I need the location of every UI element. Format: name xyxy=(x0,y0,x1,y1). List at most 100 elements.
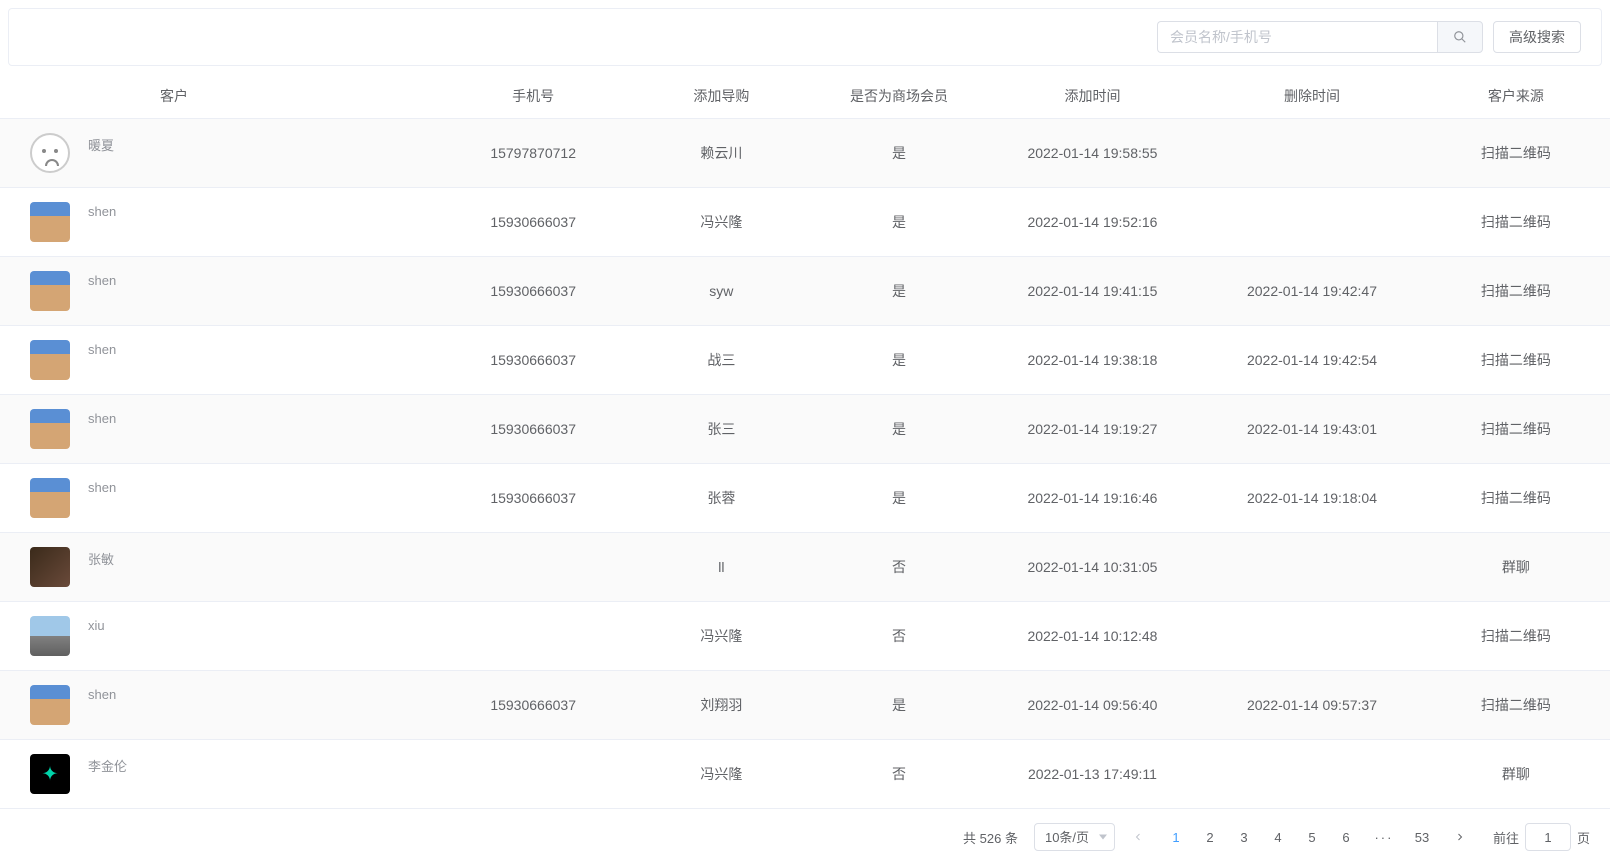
cell-guide: syw xyxy=(627,257,815,326)
cell-del-time: 2022-01-14 19:42:47 xyxy=(1202,257,1422,326)
page-number-button[interactable]: 3 xyxy=(1229,823,1259,851)
jump-suffix: 页 xyxy=(1577,828,1590,847)
cell-add-time: 2022-01-13 17:49:11 xyxy=(983,740,1203,809)
cell-source: 扫描二维码 xyxy=(1422,326,1610,395)
header-guide: 添加导购 xyxy=(627,74,815,119)
cell-guide: 刘翔羽 xyxy=(627,671,815,740)
customer-cell: shen xyxy=(0,478,439,518)
cell-member: 是 xyxy=(815,464,982,533)
customer-name: 暖夏 xyxy=(88,133,114,154)
cell-add-time: 2022-01-14 19:16:46 xyxy=(983,464,1203,533)
cell-source: 群聊 xyxy=(1422,740,1610,809)
cell-add-time: 2022-01-14 19:58:55 xyxy=(983,119,1203,188)
cell-member: 是 xyxy=(815,326,982,395)
cell-phone: 15930666037 xyxy=(439,257,627,326)
page-size-select[interactable]: 10条/页 xyxy=(1034,823,1115,851)
cell-phone: 15930666037 xyxy=(439,671,627,740)
customer-name: shen xyxy=(88,271,116,288)
cell-phone: 15930666037 xyxy=(439,188,627,257)
cell-add-time: 2022-01-14 09:56:40 xyxy=(983,671,1203,740)
table-row[interactable]: xiu冯兴隆否2022-01-14 10:12:48扫描二维码 xyxy=(0,602,1610,671)
jump-page-input[interactable] xyxy=(1525,823,1571,851)
table-header-row: 客户 手机号 添加导购 是否为商场会员 添加时间 删除时间 客户来源 xyxy=(0,74,1610,119)
chevron-left-icon xyxy=(1132,831,1144,843)
avatar xyxy=(30,202,70,242)
cell-source: 扫描二维码 xyxy=(1422,464,1610,533)
customer-cell: shen xyxy=(0,271,439,311)
customer-name: shen xyxy=(88,409,116,426)
cell-guide: 冯兴隆 xyxy=(627,188,815,257)
cell-source: 扫描二维码 xyxy=(1422,257,1610,326)
cell-guide: 冯兴隆 xyxy=(627,740,815,809)
cell-guide: ll xyxy=(627,533,815,602)
cell-guide: 赖云川 xyxy=(627,119,815,188)
customer-name: 李金伦 xyxy=(88,754,127,775)
cell-del-time: 2022-01-14 09:57:37 xyxy=(1202,671,1422,740)
prev-page-button[interactable] xyxy=(1123,823,1153,851)
customer-name: 张敏 xyxy=(88,547,114,568)
cell-source: 扫描二维码 xyxy=(1422,188,1610,257)
customer-table: 客户 手机号 添加导购 是否为商场会员 添加时间 删除时间 客户来源 暖夏157… xyxy=(0,74,1610,809)
cell-member: 是 xyxy=(815,119,982,188)
cell-del-time xyxy=(1202,602,1422,671)
table-row[interactable]: shen 15930666037syw是2022-01-14 19:41:1520… xyxy=(0,257,1610,326)
cell-add-time: 2022-01-14 19:19:27 xyxy=(983,395,1203,464)
cell-del-time: 2022-01-14 19:18:04 xyxy=(1202,464,1422,533)
table-row[interactable]: shen 15930666037刘翔羽是2022-01-14 09:56:4020… xyxy=(0,671,1610,740)
header-add-time: 添加时间 xyxy=(983,74,1203,119)
cell-del-time xyxy=(1202,119,1422,188)
table-row[interactable]: 暖夏15797870712赖云川是2022-01-14 19:58:55扫描二维… xyxy=(0,119,1610,188)
cell-member: 是 xyxy=(815,671,982,740)
avatar xyxy=(30,133,70,173)
page-number-button[interactable]: 5 xyxy=(1297,823,1327,851)
page-number-button[interactable]: 6 xyxy=(1331,823,1361,851)
table-row[interactable]: shen15930666037张蓉是2022-01-14 19:16:46202… xyxy=(0,464,1610,533)
table-row[interactable]: 李金伦冯兴隆否2022-01-13 17:49:11群聊 xyxy=(0,740,1610,809)
search-input[interactable] xyxy=(1157,21,1437,53)
next-page-button[interactable] xyxy=(1445,823,1475,851)
customer-cell: shen xyxy=(0,685,439,725)
advanced-search-button[interactable]: 高级搜索 xyxy=(1493,21,1581,53)
cell-add-time: 2022-01-14 19:38:18 xyxy=(983,326,1203,395)
customer-cell: 李金伦 xyxy=(0,754,439,794)
table-row[interactable]: shen15930666037张三是2022-01-14 19:19:27202… xyxy=(0,395,1610,464)
cell-member: 是 xyxy=(815,257,982,326)
cell-member: 否 xyxy=(815,533,982,602)
search-button[interactable] xyxy=(1437,21,1483,53)
cell-phone xyxy=(439,602,627,671)
cell-source: 扫描二维码 xyxy=(1422,602,1610,671)
cell-del-time: 2022-01-14 19:43:01 xyxy=(1202,395,1422,464)
pagination-jumper: 前往 页 xyxy=(1493,823,1590,851)
header-del-time: 删除时间 xyxy=(1202,74,1422,119)
page-last-button[interactable]: 53 xyxy=(1407,823,1437,851)
avatar xyxy=(30,616,70,656)
avatar xyxy=(30,547,70,587)
customer-cell: shen xyxy=(0,409,439,449)
page-number-button[interactable]: 2 xyxy=(1195,823,1225,851)
cell-guide: 冯兴隆 xyxy=(627,602,815,671)
cell-add-time: 2022-01-14 19:41:15 xyxy=(983,257,1203,326)
table-row[interactable]: shen15930666037冯兴隆是2022-01-14 19:52:16扫描… xyxy=(0,188,1610,257)
customer-name: shen xyxy=(88,340,116,357)
page-number-button[interactable]: 4 xyxy=(1263,823,1293,851)
page-number-button[interactable]: 1 xyxy=(1161,823,1191,851)
cell-phone: 15930666037 xyxy=(439,395,627,464)
avatar xyxy=(30,754,70,794)
cell-phone: 15930666037 xyxy=(439,464,627,533)
customer-cell: shen xyxy=(0,340,439,380)
customer-cell: 张敏 xyxy=(0,547,439,587)
chevron-right-icon xyxy=(1454,831,1466,843)
avatar xyxy=(30,685,70,725)
cell-guide: 张蓉 xyxy=(627,464,815,533)
table-row[interactable]: shen15930666037战三是2022-01-14 19:38:18202… xyxy=(0,326,1610,395)
table-row[interactable]: 张敏 ll否2022-01-14 10:31:05 群聊 xyxy=(0,533,1610,602)
customer-cell: xiu xyxy=(0,616,439,656)
pagination-ellipsis[interactable]: ··· xyxy=(1369,830,1399,845)
cell-add-time: 2022-01-14 10:12:48 xyxy=(983,602,1203,671)
cell-phone xyxy=(439,533,627,602)
customer-name: shen xyxy=(88,685,116,702)
cell-source: 群聊 xyxy=(1422,533,1610,602)
toolbar: 高级搜索 xyxy=(8,8,1602,66)
cell-add-time: 2022-01-14 10:31:05 xyxy=(983,533,1203,602)
customer-name: xiu xyxy=(88,616,105,633)
